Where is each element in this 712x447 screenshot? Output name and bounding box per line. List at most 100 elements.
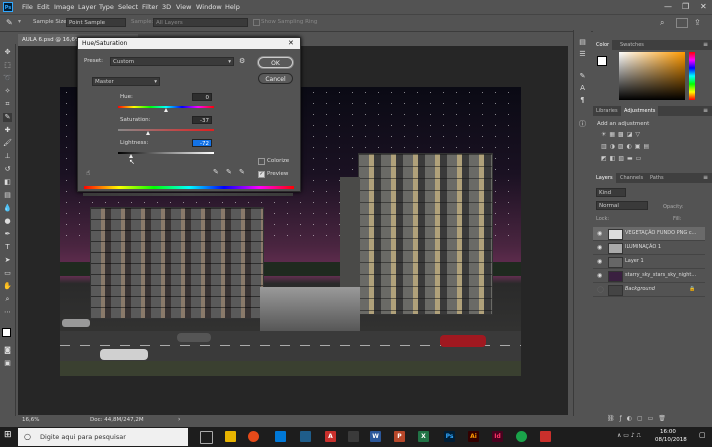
fg-swatch[interactable] (597, 56, 607, 66)
camtasia-icon[interactable] (516, 431, 527, 442)
excel-icon[interactable]: X (418, 431, 429, 442)
layer-row[interactable]: ◉ starry_sky_stars_sky_night... (593, 269, 705, 283)
hand-tool-icon[interactable]: ✋ (3, 282, 12, 291)
eyedropper-minus-icon[interactable]: ✎ (239, 168, 245, 176)
channel-dropdown[interactable]: Master ▾ (92, 77, 160, 86)
eraser-tool-icon[interactable]: ◧ (3, 178, 12, 187)
menu-image[interactable]: Image (54, 3, 74, 11)
layer-row[interactable]: ◯ Background 🔒 (593, 283, 705, 297)
indesign-icon[interactable]: Id (492, 431, 503, 442)
blend-mode-dropdown[interactable]: Normal (596, 201, 648, 210)
hue-input[interactable]: 0 (192, 93, 212, 101)
chevron-down-icon[interactable]: ▾ (18, 18, 21, 25)
dialog-titlebar[interactable]: Hue/Saturation ✕ (78, 38, 300, 49)
adjustment-icons-row-3[interactable]: ◩◧▧▬▭ (601, 155, 701, 163)
ok-button[interactable]: OK (258, 57, 293, 68)
tab-color[interactable]: Color (593, 40, 613, 50)
shape-tool-icon[interactable]: ▭ (3, 269, 12, 278)
color-field[interactable] (619, 52, 685, 100)
eyedropper-icon[interactable]: ✎ (6, 18, 13, 27)
eye-icon[interactable]: ◯ (597, 283, 604, 296)
menu-select[interactable]: Select (118, 3, 138, 11)
clone-stamp-icon[interactable]: ⊥ (3, 152, 12, 161)
tab-paths[interactable]: Paths (647, 173, 667, 183)
blur-tool-icon[interactable]: 💧 (3, 204, 12, 213)
type-tool-icon[interactable]: T (3, 243, 12, 252)
app-icon[interactable] (300, 431, 311, 442)
app-icon-3[interactable] (540, 431, 551, 442)
tab-channels[interactable]: Channels (617, 173, 646, 183)
screen-mode-icon[interactable]: ▣ (3, 359, 12, 368)
windows-start-icon[interactable]: ⊞ (4, 430, 12, 440)
chrome-icon[interactable] (248, 431, 259, 442)
dialog-close-icon[interactable]: ✕ (288, 38, 294, 49)
close-icon[interactable]: ✕ (700, 2, 707, 11)
panel-menu-icon[interactable]: ≡ (703, 41, 708, 48)
zoom-level[interactable]: 16,6% (22, 417, 39, 423)
clock-date[interactable]: 08/10/2018 (655, 437, 687, 443)
menu-filter[interactable]: Filter (142, 3, 158, 11)
paragraph-icon[interactable]: ¶ (578, 96, 587, 105)
lasso-tool-icon[interactable]: ➰ (3, 74, 12, 83)
brush-panel-icon[interactable]: ✎ (578, 72, 587, 81)
sample-dropdown[interactable]: All Layers (153, 18, 248, 27)
saturation-input[interactable]: -37 (192, 116, 212, 124)
character-icon[interactable]: A (578, 84, 587, 93)
illustrator-icon[interactable]: Ai (468, 431, 479, 442)
eyedropper-tool-icon[interactable]: ✎ (3, 113, 12, 122)
properties-icon[interactable]: ☰ (578, 50, 587, 59)
eye-icon[interactable]: ◉ (597, 241, 602, 254)
adjustment-icons-row-1[interactable]: ☀▦▩◪▽ (601, 131, 701, 139)
sample-size-dropdown[interactable]: Point Sample (66, 18, 126, 27)
workspace-icon[interactable] (676, 18, 688, 28)
info-icon[interactable]: ⓘ (578, 120, 587, 129)
menu-layer[interactable]: Layer (78, 3, 96, 11)
quick-mask-icon[interactable]: ◙ (3, 346, 12, 355)
layer-row[interactable]: ◉ ILUMINAÇÃO 1 (593, 241, 705, 255)
eye-icon[interactable]: ◉ (597, 227, 602, 240)
autocad-icon[interactable]: A (325, 431, 336, 442)
tab-layers[interactable]: Layers (593, 173, 616, 183)
hue-strip[interactable] (689, 52, 695, 100)
marquee-tool-icon[interactable]: ⬚ (3, 61, 12, 70)
tray-icons[interactable]: ∧ ▭ ♪ ⎍ (617, 432, 641, 440)
path-selection-icon[interactable]: ➤ (3, 256, 12, 265)
eyedropper-plus-icon[interactable]: ✎ (226, 168, 232, 176)
history-icon[interactable]: ▤ (578, 38, 587, 47)
layer-filter-kind[interactable]: Kind (596, 188, 626, 197)
targeted-adjustment-hand-icon[interactable]: ☝ (86, 169, 90, 177)
pen-tool-icon[interactable]: ✒ (3, 230, 12, 239)
history-brush-icon[interactable]: ↺ (3, 165, 12, 174)
preset-options-gear-icon[interactable]: ⚙ (239, 57, 245, 65)
task-view-icon[interactable] (200, 431, 213, 444)
menu-type[interactable]: Type (99, 3, 114, 11)
menu-window[interactable]: Window (196, 3, 222, 11)
file-explorer-icon[interactable] (225, 431, 236, 442)
adjustment-icons-row-2[interactable]: ▥◑▨◐▣▤ (601, 143, 701, 151)
gradient-tool-icon[interactable]: ▤ (3, 191, 12, 200)
photoshop-taskbar-icon[interactable]: Ps (444, 431, 455, 442)
zoom-tool-icon[interactable]: ⌕ (3, 295, 12, 304)
menu-help[interactable]: Help (225, 3, 240, 11)
move-tool-icon[interactable]: ✥ (3, 48, 12, 57)
word-icon[interactable]: W (370, 431, 381, 442)
layer-row[interactable]: ◉ Layer 1 (593, 255, 705, 269)
layer-actions-bar[interactable]: ⛓ƒ◐▢▭🗑 (607, 415, 707, 423)
menu-view[interactable]: View (176, 3, 191, 11)
taskbar-search[interactable]: ○ Digite aqui para pesquisar (18, 428, 188, 446)
magic-wand-icon[interactable]: ✧ (3, 87, 12, 96)
saturation-slider-track[interactable] (118, 129, 214, 131)
colorize-checkbox[interactable] (258, 158, 265, 165)
search-icon[interactable]: ⌕ (660, 18, 664, 28)
clock-time[interactable]: 16:00 (660, 429, 676, 435)
more-tools-icon[interactable]: ⋯ (3, 308, 12, 317)
menu-3d[interactable]: 3D (162, 3, 171, 11)
store-icon[interactable] (275, 431, 286, 442)
eye-icon[interactable]: ◉ (597, 269, 602, 282)
healing-brush-icon[interactable]: ✚ (3, 126, 12, 135)
tab-adjustments[interactable]: Adjustments (621, 106, 659, 116)
crop-tool-icon[interactable]: ⌗ (3, 100, 12, 109)
tab-libraries[interactable]: Libraries (593, 106, 621, 116)
app-icon-2[interactable] (348, 431, 359, 442)
dodge-tool-icon[interactable]: ● (3, 217, 12, 226)
